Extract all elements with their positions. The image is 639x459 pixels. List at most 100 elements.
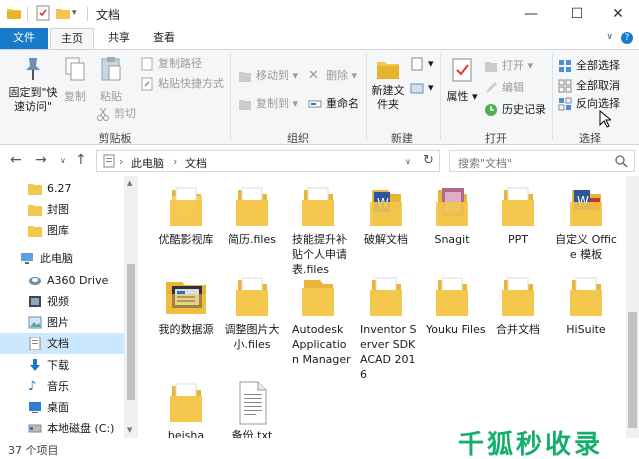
file-item-label: Inventor Server SDK ACAD 2016 <box>360 323 417 381</box>
new-folder-quick-icon[interactable] <box>55 5 71 21</box>
select-all-button[interactable]: 全部选择 <box>558 58 620 74</box>
nav-item-fengtu[interactable]: 封图 <box>0 199 124 220</box>
tab-home[interactable]: 主页 <box>50 28 94 50</box>
folder-icon <box>28 224 42 237</box>
file-item-label: 技能提升补贴个人申请表.files <box>292 233 347 276</box>
back-arrow-icon[interactable]: ← <box>10 152 22 168</box>
nav-item-label: 6.27 <box>47 182 72 195</box>
easy-access-button[interactable]: ▾ <box>410 80 434 96</box>
nav-item-tuku[interactable]: 图库 <box>0 220 124 241</box>
properties-quick-icon[interactable] <box>35 5 51 21</box>
recent-locations-icon[interactable]: ∨ <box>60 156 66 165</box>
ribbon-separator <box>366 54 367 140</box>
edit-button[interactable]: 编辑 <box>484 80 524 96</box>
select-none-button[interactable]: 全部取消 <box>558 78 620 94</box>
nav-item-label: A360 Drive <box>47 274 109 287</box>
tab-view[interactable]: 查看 <box>144 28 184 49</box>
customize-qat-icon[interactable]: ▾ <box>72 5 88 21</box>
tab-file[interactable]: 文件 <box>0 28 48 49</box>
address-dropdown-icon[interactable]: ∨ <box>405 157 411 166</box>
nav-item-downloads[interactable]: 下载 <box>0 355 124 376</box>
file-item-crack-docs[interactable]: W 破解文档 <box>352 184 420 247</box>
invert-selection-label: 反向选择 <box>576 97 620 110</box>
file-item-resume-files[interactable]: 简历.files <box>218 184 286 247</box>
refresh-icon[interactable]: ↻ <box>423 153 434 168</box>
mouse-cursor-icon <box>599 110 611 128</box>
open-button[interactable]: 打开 ▾ <box>484 58 533 74</box>
select-none-icon <box>558 79 572 93</box>
file-list-scroll-thumb[interactable] <box>628 312 637 428</box>
nav-item-label: 下载 <box>47 359 69 372</box>
properties-button[interactable]: 属性 ▾ <box>444 58 480 104</box>
file-item-autodesk-application-manager[interactable]: Autodesk Application Manager <box>284 274 352 367</box>
paste-shortcut-label: 粘贴快捷方式 <box>158 77 224 90</box>
nav-item-6-27[interactable]: 6.27 <box>0 178 124 199</box>
scroll-down-icon[interactable]: ▼ <box>127 426 132 434</box>
folder-icon <box>162 184 210 230</box>
forward-arrow-icon[interactable]: → <box>35 152 47 168</box>
file-item-ppt[interactable]: PPT <box>484 184 552 247</box>
help-icon[interactable]: ? <box>621 32 633 44</box>
cut-button[interactable]: 剪切 <box>96 106 136 122</box>
nav-pane-scroll-thumb[interactable] <box>127 264 135 400</box>
properties-icon <box>451 58 473 82</box>
up-arrow-icon[interactable]: ↑ <box>75 152 87 168</box>
rename-button[interactable]: 重命名 <box>308 96 359 112</box>
minimize-button[interactable]: — <box>508 0 554 28</box>
file-item-snagit[interactable]: Snagit <box>418 184 486 247</box>
move-to-button[interactable]: 移动到 ▾ <box>238 68 298 84</box>
file-item-label: 优酷影视库 <box>158 233 214 246</box>
nav-item-this-pc[interactable]: 此电脑 <box>0 248 124 269</box>
title-separator <box>87 7 88 21</box>
new-folder-button[interactable]: 新建文件夹 <box>368 58 408 112</box>
file-list-scrollbar[interactable] <box>626 176 639 438</box>
nav-item-documents[interactable]: 文档 <box>0 333 124 354</box>
easy-access-icon <box>410 81 424 95</box>
nav-item-videos[interactable]: 视频 <box>0 291 124 312</box>
search-box[interactable]: 搜索"文档" <box>449 150 635 172</box>
breadcrumb-documents[interactable]: 文档 <box>185 155 207 171</box>
paste-icon <box>100 56 122 82</box>
nav-item-pictures[interactable]: 图片 <box>0 312 124 333</box>
copy-path-button[interactable]: 复制路径 <box>140 56 202 72</box>
title-separator <box>27 7 28 21</box>
ribbon-collapse-icon[interactable]: ∨ <box>606 32 613 42</box>
copy-to-button[interactable]: 复制到 ▾ <box>238 96 298 112</box>
file-item-youku-files[interactable]: Youku Files <box>418 274 486 337</box>
folder-icon <box>494 184 542 230</box>
file-item-resize-image-files[interactable]: 调整图片大小.files <box>218 274 286 352</box>
scroll-up-icon[interactable]: ▲ <box>127 179 132 187</box>
file-item-backup-txt[interactable]: 备份.txt <box>218 380 286 443</box>
pin-quick-access-button[interactable]: 固定到"快速访问" <box>4 56 62 114</box>
nav-pane-scrollbar[interactable]: ▲ ▼ <box>124 176 138 438</box>
address-bar[interactable]: › 此电脑 › 文档 ∨ ↻ <box>96 150 440 172</box>
select-none-label: 全部取消 <box>576 79 620 92</box>
drive-icon <box>28 422 42 435</box>
breadcrumb-chevron-icon: › <box>119 155 124 168</box>
file-item-inventor-server-sdk[interactable]: Inventor Server SDK ACAD 2016 <box>352 274 420 382</box>
file-item-custom-office-templates[interactable]: W 自定义 Office 模板 <box>552 184 620 262</box>
video-icon <box>28 295 42 308</box>
breadcrumb-this-pc[interactable]: 此电脑 <box>131 155 164 171</box>
paste-button[interactable]: 粘贴 <box>95 56 127 104</box>
file-item-youku-library[interactable]: 优酷影视库 <box>152 184 220 247</box>
nav-item-music[interactable]: ♪ 音乐 <box>0 376 124 397</box>
nav-item-desktop[interactable]: 桌面 <box>0 397 124 418</box>
file-item-hisuite[interactable]: HiSuite <box>552 274 620 337</box>
delete-button[interactable]: ✕ 删除 ▾ <box>308 68 357 84</box>
maximize-button[interactable]: ☐ <box>554 0 600 28</box>
file-item-heisha[interactable]: heisha <box>152 380 220 443</box>
nav-item-local-disk-c[interactable]: 本地磁盘 (C:) <box>0 418 124 439</box>
tab-share[interactable]: 共享 <box>98 28 140 49</box>
new-item-button[interactable]: ▾ <box>410 56 434 72</box>
history-button[interactable]: 历史记录 <box>484 102 546 118</box>
paste-shortcut-button[interactable]: 粘贴快捷方式 <box>140 76 224 92</box>
nav-item-a360-drive[interactable]: A360 Drive <box>0 270 124 291</box>
file-item-merge-docs[interactable]: 合并文档 <box>484 274 552 337</box>
file-item-my-data-sources[interactable]: 我的数据源 <box>152 274 220 337</box>
invert-selection-icon <box>558 97 572 111</box>
copy-button[interactable]: 复制 <box>60 56 90 104</box>
copy-path-label: 复制路径 <box>158 57 202 70</box>
close-button[interactable]: ✕ <box>595 0 639 28</box>
file-item-skill-subsidy-files[interactable]: 技能提升补贴个人申请表.files <box>284 184 352 277</box>
